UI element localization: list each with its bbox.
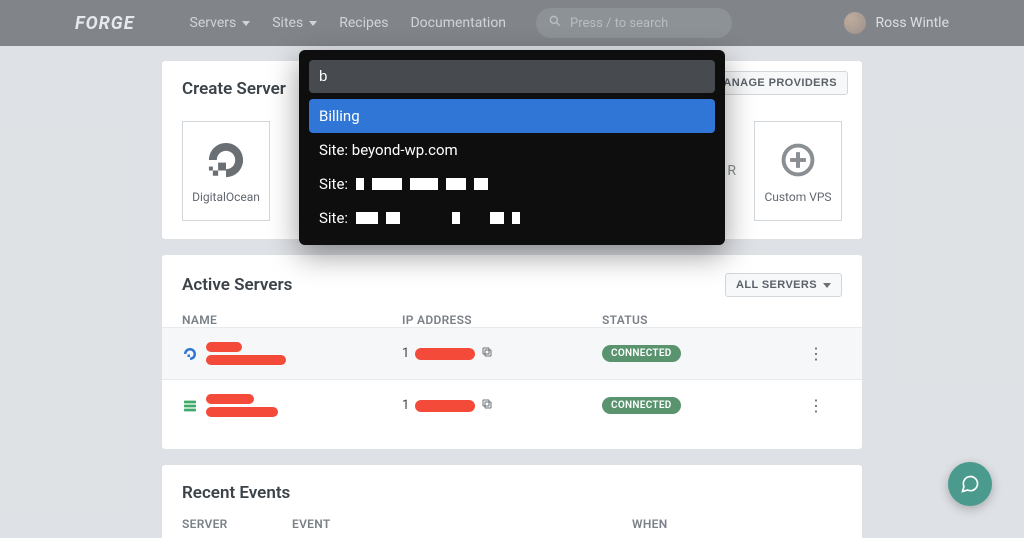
caret-down-icon <box>823 283 831 288</box>
recent-events-panel: Recent Events SERVER EVENT WHEN Deployin… <box>161 464 863 538</box>
ip-redacted <box>415 400 475 412</box>
nav-sites[interactable]: Sites <box>272 15 317 31</box>
all-servers-button[interactable]: ALL SERVERS <box>725 273 842 297</box>
help-chat-button[interactable] <box>948 462 992 506</box>
status-badge: CONNECTED <box>602 345 681 362</box>
nav-servers[interactable]: Servers <box>190 15 251 31</box>
active-servers-panel: Active Servers ALL SERVERS NAME IP ADDRE… <box>161 254 863 450</box>
copy-icon[interactable] <box>481 346 493 362</box>
user-name: Ross Wintle <box>876 15 950 31</box>
col-event: EVENT <box>292 517 632 531</box>
palette-item-billing[interactable]: Billing <box>309 99 715 133</box>
row-actions-menu[interactable]: ⋮ <box>808 344 842 363</box>
command-palette: Billing Site: beyond-wp.com Site: Site: <box>299 50 725 245</box>
search-icon <box>548 14 562 32</box>
copy-icon[interactable] <box>481 398 493 414</box>
nav-links: Servers Sites Recipes Documentation <box>190 15 507 31</box>
provider-label: Custom VPS <box>764 190 831 204</box>
all-servers-label: ALL SERVERS <box>736 279 817 291</box>
plus-circle-icon <box>777 139 819 184</box>
nav-docs[interactable]: Documentation <box>410 15 506 31</box>
palette-item-prefix: Site: <box>319 175 348 193</box>
ip-prefix: 1 <box>402 398 409 413</box>
col-status: STATUS <box>602 313 802 327</box>
nav-recipes[interactable]: Recipes <box>339 15 388 31</box>
servers-table-header: NAME IP ADDRESS STATUS <box>182 313 842 327</box>
provider-custom-vps[interactable]: Custom VPS <box>754 121 842 221</box>
hidden-provider-edge: R <box>727 121 736 221</box>
palette-results: Billing Site: beyond-wp.com Site: Site: <box>309 99 715 235</box>
ip-redacted <box>415 348 475 360</box>
events-table-header: SERVER EVENT WHEN <box>182 517 842 531</box>
col-when: WHEN <box>632 517 842 531</box>
brand-logo[interactable]: FORGE <box>75 13 135 34</box>
palette-input[interactable] <box>309 60 715 93</box>
avatar <box>844 12 866 34</box>
server-name-redacted <box>206 394 278 417</box>
top-nav: FORGE Servers Sites Recipes Documentatio… <box>0 0 1024 46</box>
nav-sites-label: Sites <box>272 15 303 31</box>
provider-label: DigitalOcean <box>192 190 260 204</box>
nav-servers-label: Servers <box>190 15 237 31</box>
palette-item-prefix: Site: <box>319 209 348 227</box>
user-menu[interactable]: Ross Wintle <box>844 12 950 34</box>
col-ip: IP ADDRESS <box>402 313 602 327</box>
col-name: NAME <box>182 313 402 327</box>
provider-digitalocean[interactable]: DigitalOcean <box>182 121 270 221</box>
server-row[interactable]: 1 CONNECTED ⋮ <box>162 327 862 379</box>
ip-prefix: 1 <box>402 346 409 361</box>
panel-title: Recent Events <box>182 483 842 503</box>
search-placeholder: Press / to search <box>570 16 668 31</box>
caret-down-icon <box>242 21 250 26</box>
palette-item-site[interactable]: Site: <box>309 167 715 201</box>
status-badge: CONNECTED <box>602 397 681 414</box>
palette-item-site[interactable]: Site: beyond-wp.com <box>309 133 715 167</box>
palette-item-site[interactable]: Site: <box>309 201 715 235</box>
digitalocean-icon <box>205 139 247 184</box>
col-server: SERVER <box>182 517 292 531</box>
digitalocean-icon <box>182 346 198 362</box>
row-actions-menu[interactable]: ⋮ <box>808 396 842 415</box>
server-stack-icon <box>182 398 198 414</box>
caret-down-icon <box>309 21 317 26</box>
panel-title: Active Servers <box>182 275 292 295</box>
server-name-redacted <box>206 342 286 365</box>
global-search[interactable]: Press / to search <box>536 8 732 38</box>
server-row[interactable]: 1 CONNECTED ⋮ <box>162 379 862 431</box>
